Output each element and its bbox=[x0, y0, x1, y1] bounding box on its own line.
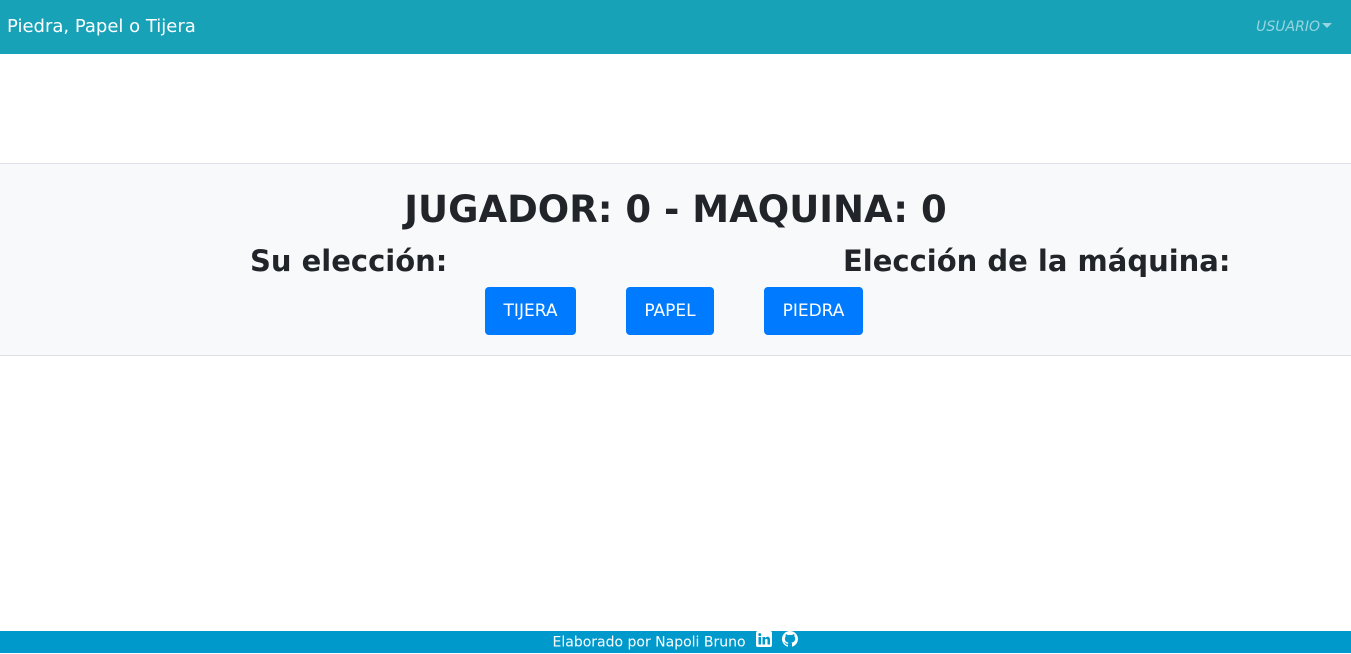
navbar: Piedra, Papel o Tijera USUARIO bbox=[0, 0, 1351, 54]
papel-button[interactable]: PAPEL bbox=[626, 287, 714, 335]
chevron-down-icon bbox=[1322, 23, 1332, 28]
navbar-brand[interactable]: Piedra, Papel o Tijera bbox=[7, 15, 196, 39]
github-icon[interactable] bbox=[782, 631, 799, 654]
footer: Elaborado por Napoli Bruno bbox=[0, 631, 1351, 653]
user-dropdown-label: USUARIO bbox=[1256, 19, 1320, 35]
piedra-button[interactable]: PIEDRA bbox=[764, 287, 863, 335]
player-choice-label: Su elección: bbox=[250, 244, 448, 278]
linkedin-icon[interactable] bbox=[756, 631, 773, 654]
tijera-button[interactable]: TIJERA bbox=[485, 287, 576, 335]
user-dropdown-toggle[interactable]: USUARIO bbox=[1256, 17, 1332, 37]
machine-choice-label: Elección de la máquina: bbox=[843, 244, 1231, 278]
game-panel: JUGADOR: 0 - MAQUINA: 0 Su elección: Ele… bbox=[0, 163, 1351, 356]
footer-credit: Elaborado por Napoli Bruno bbox=[552, 634, 746, 651]
scoreboard: JUGADOR: 0 - MAQUINA: 0 bbox=[404, 188, 947, 231]
